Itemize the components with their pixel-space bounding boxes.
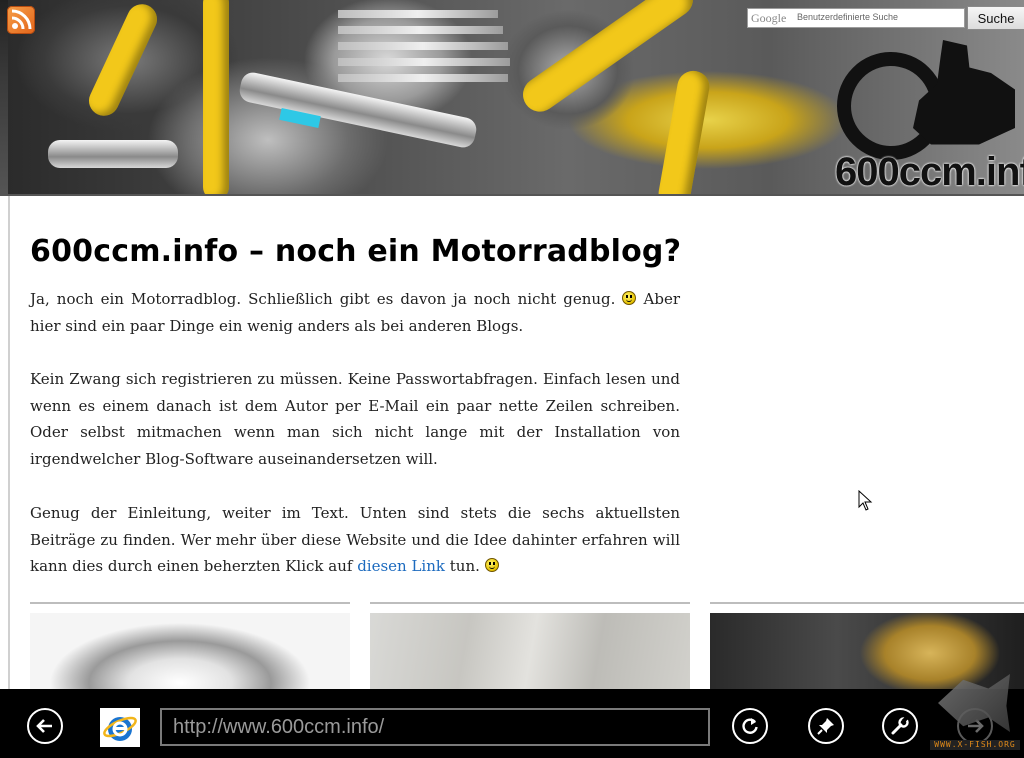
intro-text-3b: tun. [444, 557, 480, 576]
google-search-brand: Google [751, 11, 787, 25]
watermark-text: WWW.X-FISH.ORG [930, 740, 1020, 750]
intro-text-3a: Genug der Einleitung, weiter im Text. Un… [30, 504, 680, 576]
address-bar[interactable]: http://www.600ccm.info/ [160, 708, 710, 746]
smiley-icon [484, 558, 499, 573]
pin-icon [817, 718, 834, 735]
wrench-icon [891, 716, 909, 735]
main-content: 600ccm.info – noch ein Motorradblog? Ja,… [8, 196, 1024, 689]
post-image-bulb [30, 613, 350, 689]
post-thumbnail-2[interactable] [370, 602, 690, 689]
watermark-logo: WWW.X-FISH.ORG [928, 672, 1020, 752]
post-image-metal [370, 613, 690, 689]
internet-explorer-icon [100, 708, 140, 747]
intro-text-1a: Ja, noch ein Motorradblog. Schließlich g… [30, 290, 616, 308]
tools-button[interactable] [882, 708, 918, 744]
intro-paragraph-2: Kein Zwang sich registrieren zu müssen. … [30, 370, 680, 469]
rss-feed-icon[interactable] [7, 6, 35, 34]
intro-paragraph-1: Ja, noch ein Motorradblog. Schließlich g… [30, 286, 680, 339]
post-thumbnail-1[interactable] [30, 602, 350, 689]
pin-button[interactable] [808, 708, 844, 744]
site-header: Google Benutzerdefinierte Suche Suche 60… [0, 0, 1024, 196]
back-button[interactable] [27, 708, 63, 744]
mouse-pointer-icon [858, 490, 873, 511]
search-input[interactable]: Google Benutzerdefinierte Suche [747, 8, 965, 28]
page-title: 600ccm.info – noch ein Motorradblog? [30, 234, 682, 269]
refresh-icon [742, 718, 758, 734]
site-logo[interactable]: 600ccm.info [835, 40, 1024, 195]
logo-text: 600ccm.info [835, 150, 1024, 194]
address-bar-url: http://www.600ccm.info/ [173, 716, 385, 738]
intro-paragraph-3: Genug der Einleitung, weiter im Text. Un… [30, 500, 680, 580]
search-placeholder: Benutzerdefinierte Suche [797, 12, 899, 22]
fish-icon [938, 674, 1010, 732]
about-link[interactable]: diesen Link [357, 557, 445, 575]
search-button[interactable]: Suche [967, 6, 1024, 30]
refresh-button[interactable] [732, 708, 768, 744]
back-arrow-icon [36, 719, 52, 733]
smiley-icon [622, 291, 637, 305]
browser-app-bar: http://www.600ccm.info/ [0, 689, 1024, 758]
